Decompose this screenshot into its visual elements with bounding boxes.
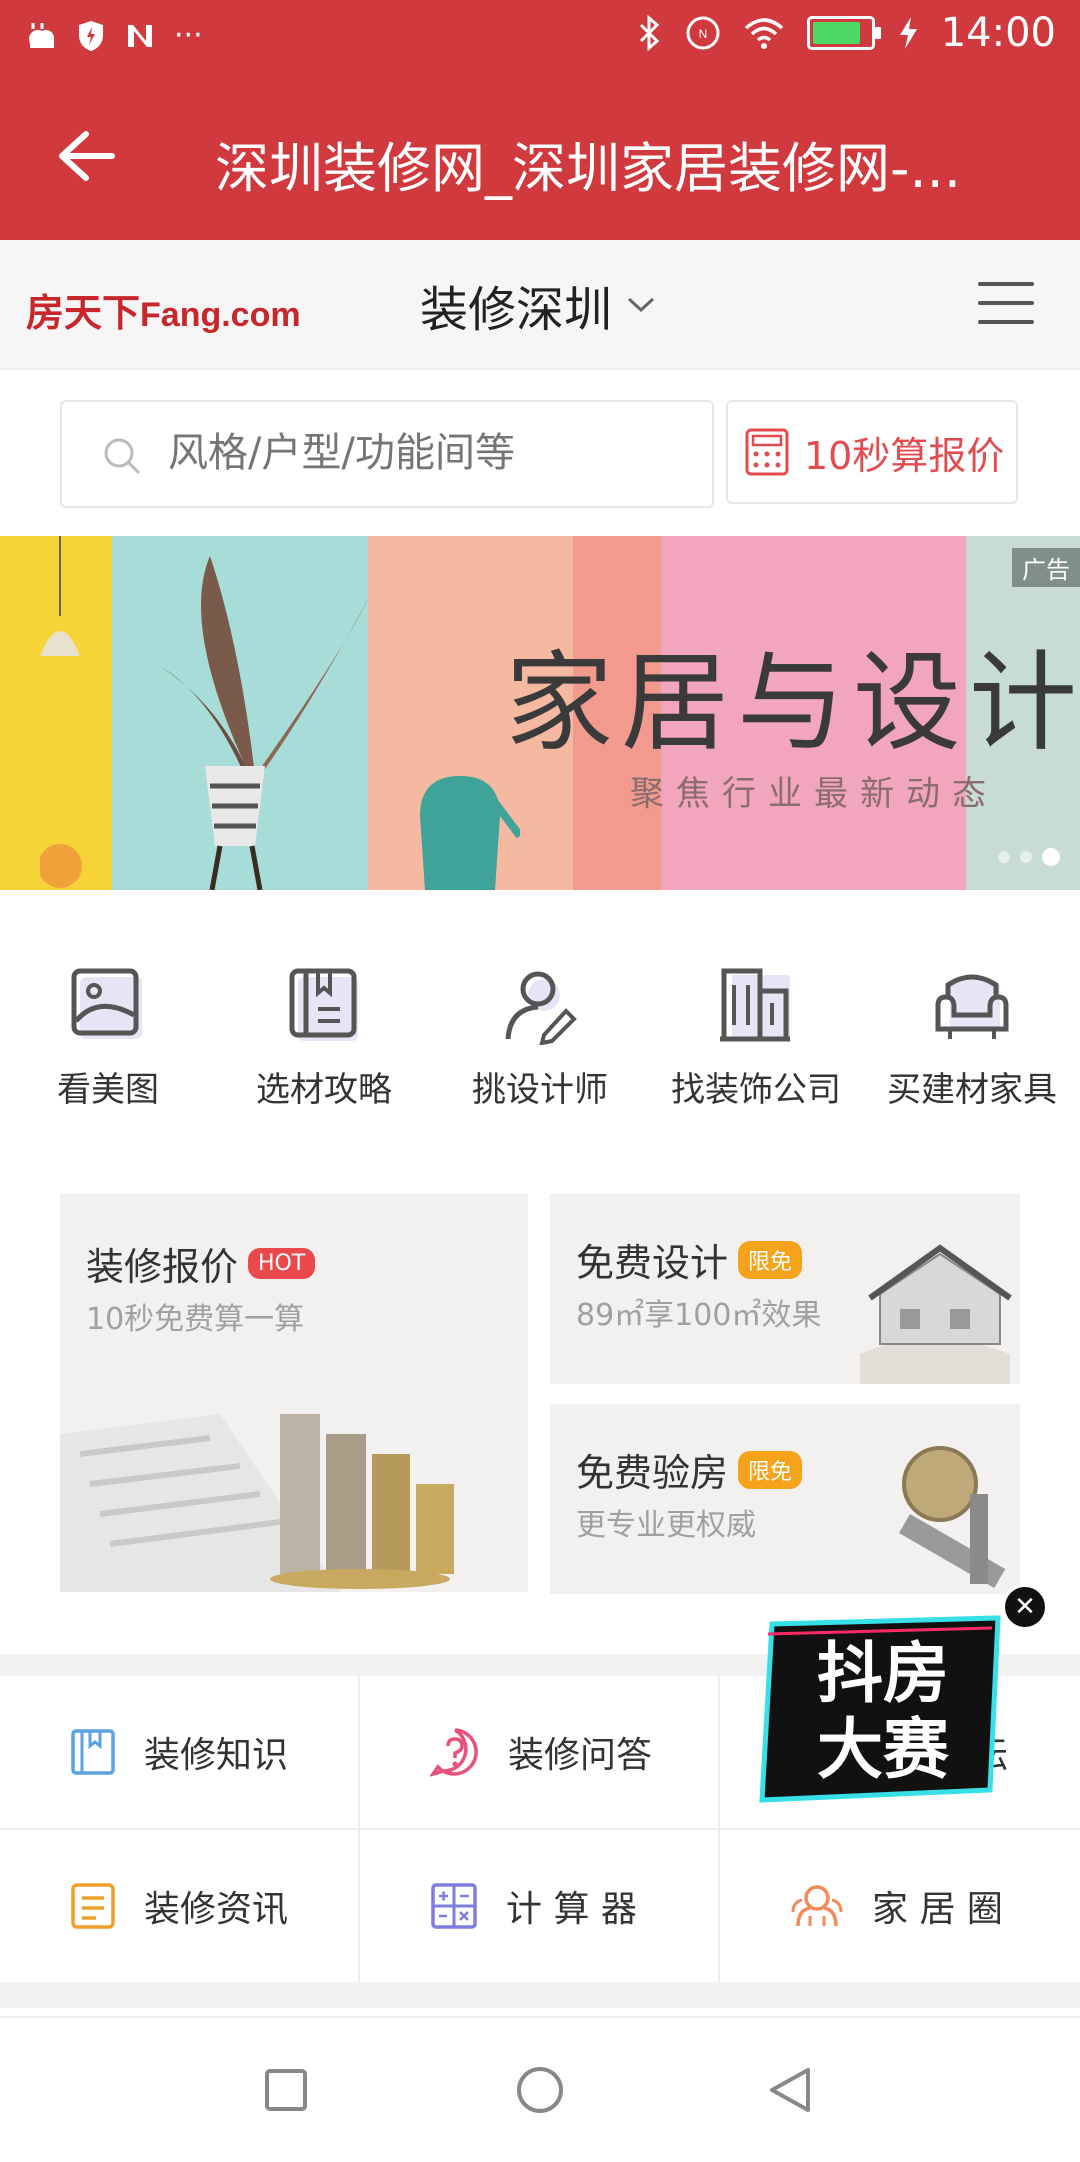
grid-item-knowledge[interactable]: 装修知识 (0, 1676, 358, 1828)
quote-card[interactable]: 装修报价 HOT 10秒免费算一算 (60, 1194, 528, 1592)
charging-icon (899, 17, 917, 49)
grid-item-news[interactable]: 装修资讯 (0, 1830, 358, 1982)
carousel-dot[interactable] (1020, 851, 1032, 863)
page-title: 深圳装修网_深圳家居装修网-... (215, 137, 961, 200)
building-icon (720, 968, 790, 1042)
home-icon[interactable] (514, 2064, 566, 2116)
carousel-dot-active[interactable] (1042, 848, 1060, 866)
promo-line1: 抖房 (817, 1635, 949, 1712)
city-label: 装修深圳 (420, 282, 613, 338)
clock: 14:00 (940, 10, 1056, 56)
calculator-icon (745, 428, 789, 476)
weather-icon (29, 22, 54, 48)
n-icon (128, 24, 152, 47)
sofa-icon (935, 974, 1009, 1039)
wifi-icon (744, 18, 783, 49)
free-badge: 限免 (738, 1450, 803, 1489)
carousel-dots (998, 848, 1060, 866)
system-nav-bar (0, 2016, 1080, 2162)
quote-button[interactable]: 10秒算报价 (726, 400, 1018, 504)
promo-float[interactable]: 抖房 大赛 (758, 1614, 1008, 1804)
book-icon (289, 968, 358, 1041)
free-design-subtitle: 89㎡享100㎡效果 (576, 1298, 822, 1333)
designer-icon (505, 971, 577, 1045)
promo-badge: 抖房 大赛 (759, 1615, 1001, 1803)
caliper-image (899, 1446, 1006, 1589)
free-inspect-subtitle: 更专业更权威 (576, 1508, 756, 1543)
calculator-icon (431, 1883, 477, 1929)
free-design-card[interactable]: 免费设计 限免 89㎡享100㎡效果 (550, 1194, 1020, 1384)
carousel-dot[interactable] (998, 851, 1010, 863)
banner-subtitle: 聚焦行业最新动态 (630, 774, 998, 814)
back-icon[interactable] (764, 2064, 816, 2116)
chevron-down-icon (628, 297, 655, 313)
quick-link-label: 选材攻略 (256, 1070, 392, 1110)
quote-card-subtitle: 10秒免费算一算 (86, 1302, 305, 1337)
image-icon (71, 968, 142, 1039)
quick-link-label: 买建材家具 (887, 1070, 1057, 1110)
free-inspect-card[interactable]: 免费验房 限免 更专业更权威 (550, 1404, 1020, 1594)
search-input[interactable] (166, 420, 690, 486)
quick-link-company[interactable]: 找装饰公司 (648, 960, 864, 1130)
free-badge: 限免 (738, 1240, 803, 1279)
site-header: 房天下Fang.com 装修深圳 (0, 240, 1080, 370)
calculator-coins-image (60, 1414, 454, 1592)
city-selector[interactable]: 装修深圳 (420, 270, 656, 340)
community-icon (791, 1885, 843, 1927)
grid-item-community[interactable]: 家 居 圈 (720, 1830, 1078, 1982)
plant-illustration (40, 536, 520, 890)
bluetooth-icon (639, 15, 659, 51)
promo-line2: 大赛 (817, 1711, 950, 1788)
quick-link-gallery[interactable]: 看美图 (0, 960, 216, 1130)
quick-link-label: 挑设计师 (472, 1070, 608, 1110)
grid-item-label: 装修资讯 (144, 1889, 289, 1930)
grid-item-label: 装修知识 (144, 1735, 289, 1776)
logo-en: Fang.com (140, 296, 301, 334)
grid-item-calculator[interactable]: 计 算 器 (360, 1830, 718, 1982)
free-inspect-title: 免费验房 (576, 1451, 729, 1495)
more-icon: ··· (174, 18, 203, 53)
quick-link-designer[interactable]: 挑设计师 (432, 960, 648, 1130)
back-arrow-icon[interactable] (50, 126, 120, 186)
svg-text:N: N (698, 27, 707, 41)
quick-link-materials[interactable]: 选材攻略 (216, 960, 432, 1130)
grid-item-label: 装修问答 (508, 1735, 653, 1776)
battery-icon (806, 16, 881, 50)
section-divider (0, 1982, 1080, 2008)
fang-logo[interactable]: 房天下Fang.com (26, 282, 301, 337)
quick-link-label: 看美图 (57, 1070, 159, 1110)
quote-button-label: 10秒算报价 (804, 433, 1005, 478)
status-bar: ··· N 14:00 (0, 0, 1080, 72)
promo-close-icon[interactable]: ✕ (1002, 1584, 1048, 1630)
top-bar: ··· N 14:00 深圳装修网_深圳家居装修网-... (0, 0, 1080, 240)
banner-title: 家居与设计 (505, 641, 1080, 766)
grid-item-qa[interactable]: 装修问答 (360, 1676, 718, 1828)
quick-link-furniture[interactable]: 买建材家具 (864, 960, 1080, 1130)
quick-links: 看美图 选材攻略 挑设计师 找装饰公司 买建材家具 (0, 960, 1080, 1130)
news-icon (71, 1883, 115, 1929)
nfc-icon: N (686, 16, 720, 50)
hot-badge: HOT (248, 1248, 316, 1279)
house-model-image (860, 1244, 1012, 1384)
search-icon (104, 438, 141, 475)
question-icon (430, 1728, 478, 1777)
logo-cn: 房天下 (26, 293, 141, 335)
grid-item-label: 计 算 器 (506, 1889, 637, 1930)
menu-icon[interactable] (978, 282, 1034, 326)
free-design-title: 免费设计 (576, 1241, 729, 1285)
banner-carousel[interactable]: 家居与设计 聚焦行业最新动态 广告 (0, 536, 1080, 890)
quick-link-label: 找装饰公司 (671, 1070, 841, 1110)
recent-apps-icon[interactable] (262, 2066, 310, 2114)
title-bar: 深圳装修网_深圳家居装修网-... (0, 72, 1080, 240)
search-box[interactable] (60, 400, 714, 508)
quote-card-title: 装修报价 (86, 1245, 239, 1289)
knowledge-icon (71, 1729, 115, 1775)
shield-icon (79, 20, 103, 51)
grid-item-label: 家 居 圈 (872, 1889, 1003, 1930)
ad-badge: 广告 (1012, 548, 1080, 587)
